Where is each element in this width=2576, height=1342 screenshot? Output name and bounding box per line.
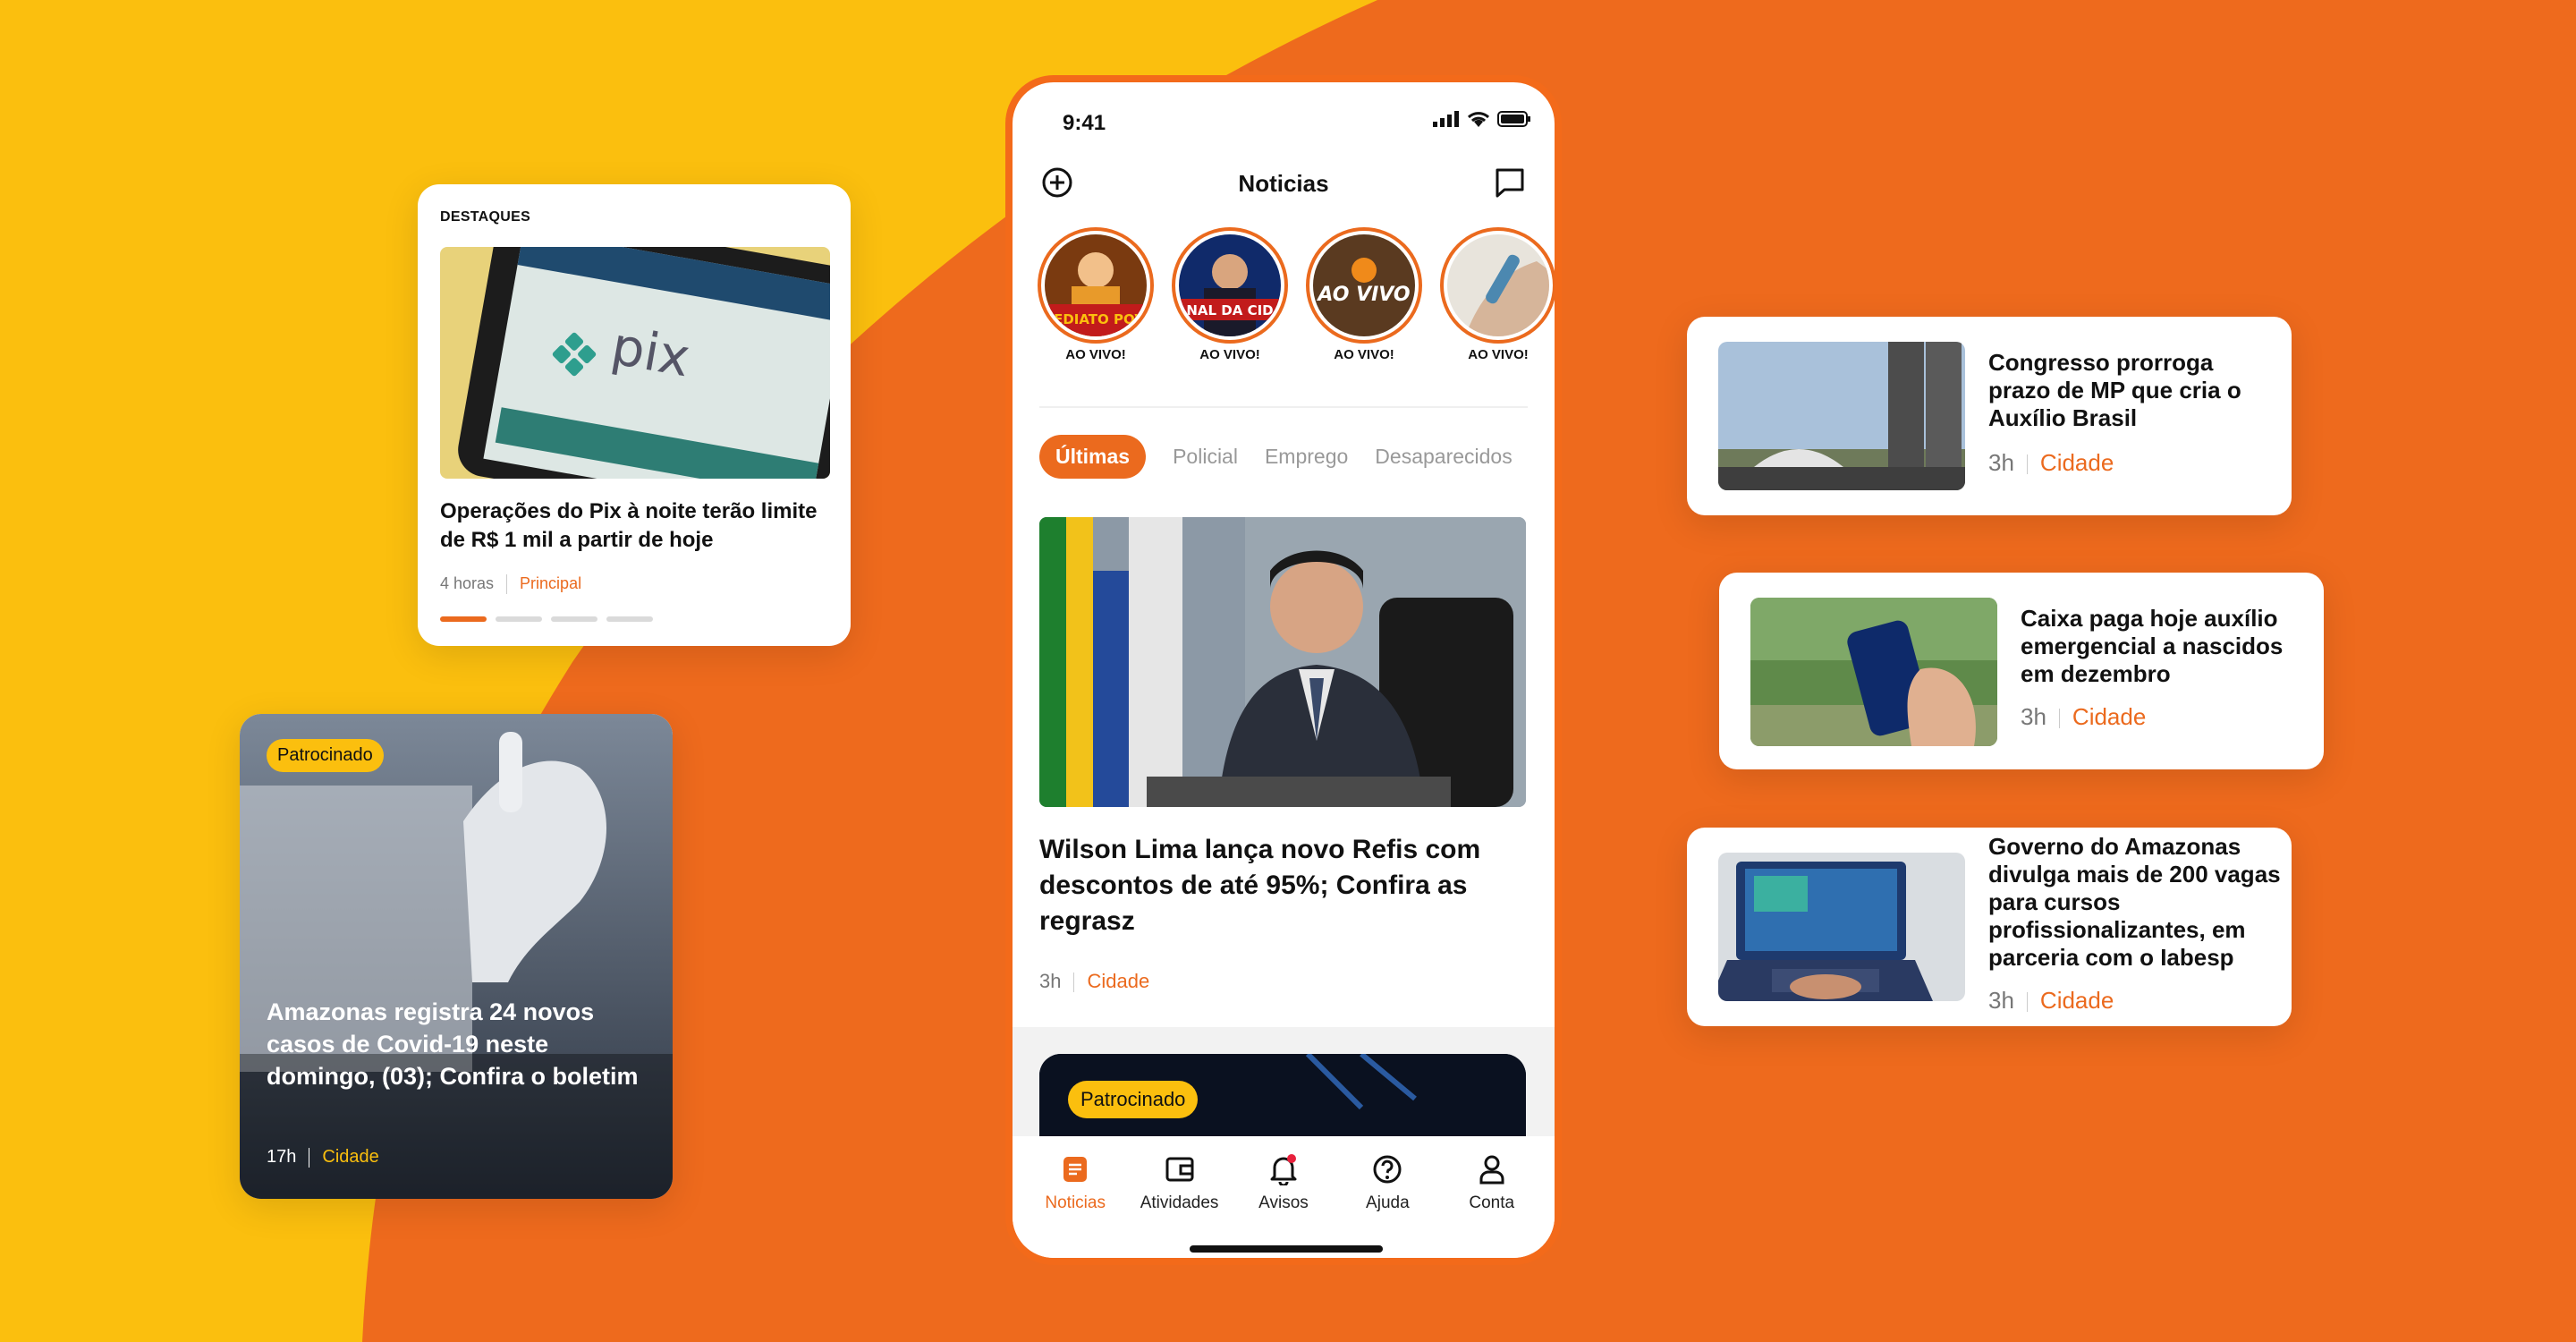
story-label: AO VIVO! xyxy=(1199,347,1260,362)
story-thumbnail: NAL DA CID xyxy=(1179,234,1281,336)
story-item[interactable]: IMEDIATO POVO AO VIVO! xyxy=(1038,227,1154,362)
story-thumbnail xyxy=(1447,234,1549,336)
destaques-card[interactable]: DESTAQUES pix Operações do Pix à noite t… xyxy=(418,184,851,646)
article-category[interactable]: Cidade xyxy=(2040,987,2114,1014)
destaques-meta: 4 horas Principal xyxy=(440,574,581,595)
story-item[interactable]: AO VIVO AO VIVO! xyxy=(1306,227,1422,362)
carousel-dot[interactable] xyxy=(551,616,597,622)
news-meta: 3h Cidade xyxy=(2021,703,2146,731)
story-overlay: IMEDIATO POVO xyxy=(1045,311,1147,327)
nav-label: Noticias xyxy=(1045,1193,1106,1212)
pix-phone-image: pix xyxy=(440,247,830,479)
tab-ultimas[interactable]: Últimas xyxy=(1039,435,1147,479)
news-meta: 3h Cidade xyxy=(1988,449,2114,477)
news-title[interactable]: Caixa paga hoje auxílio emergencial a na… xyxy=(2021,605,2307,688)
sponsored-meta: 17h Cidade xyxy=(267,1147,379,1168)
battery-icon xyxy=(1497,111,1530,127)
nav-label: Ajuda xyxy=(1366,1193,1410,1212)
article-category[interactable]: Cidade xyxy=(1087,970,1149,992)
news-meta: 3h Cidade xyxy=(1988,987,2114,1015)
phone-mockup: 9:41 Noticias IMEDIATO POVO AO VIVO! NAL… xyxy=(1005,75,1562,1265)
tab-policial[interactable]: Policial xyxy=(1173,445,1238,469)
bottom-nav: Noticias Atividades Avisos Ajuda Conta xyxy=(1013,1136,1555,1258)
home-indicator xyxy=(1190,1245,1383,1253)
main-article-title[interactable]: Wilson Lima lança novo Refis com descont… xyxy=(1039,832,1531,939)
article-time: 3h xyxy=(1988,449,2014,476)
tab-desaparecidos[interactable]: Desaparecidos xyxy=(1375,445,1512,469)
story-label: AO VIVO! xyxy=(1468,347,1529,362)
article-time: 3h xyxy=(1039,970,1062,992)
main-article-meta: 3h Cidade xyxy=(1039,970,1149,993)
article-time: 3h xyxy=(1988,987,2014,1014)
news-card[interactable]: Congresso prorroga prazo de MP que cria … xyxy=(1687,317,2292,515)
carousel-indicator[interactable] xyxy=(440,616,653,622)
nav-label: Conta xyxy=(1469,1193,1515,1212)
main-article-image[interactable] xyxy=(1039,517,1526,807)
nav-conta[interactable]: Conta xyxy=(1443,1136,1541,1258)
category-tabs: Últimas Policial Emprego Desaparecidos xyxy=(1039,435,1513,479)
article-category[interactable]: Cidade xyxy=(2072,703,2146,730)
nav-avisos[interactable]: Avisos xyxy=(1234,1136,1333,1258)
wifi-icon xyxy=(1467,112,1490,127)
carousel-dot[interactable] xyxy=(496,616,542,622)
user-icon xyxy=(1479,1155,1504,1185)
article-category[interactable]: Principal xyxy=(520,574,581,592)
story-thumbnail: AO VIVO xyxy=(1313,234,1415,336)
news-icon xyxy=(1063,1157,1088,1182)
covid-lab-image xyxy=(240,714,673,1199)
meta-divider xyxy=(2026,992,2028,1013)
laptop-portal-image xyxy=(1718,853,1965,1001)
congress-building-image xyxy=(1718,342,1965,490)
article-time: 4 horas xyxy=(440,574,495,592)
news-title[interactable]: Congresso prorroga prazo de MP que cria … xyxy=(1988,349,2275,432)
destaques-label: DESTAQUES xyxy=(440,209,531,225)
article-category[interactable]: Cidade xyxy=(322,1147,378,1167)
meta-divider xyxy=(1073,973,1075,993)
sponsored-badge: Patrocinado xyxy=(267,739,384,772)
sponsored-badge: Patrocinado xyxy=(1068,1081,1199,1118)
chat-icon[interactable] xyxy=(1492,165,1528,200)
story-item[interactable]: NAL DA CID AO VIVO! xyxy=(1172,227,1288,362)
nav-label: Atividades xyxy=(1140,1193,1219,1212)
story-thumbnail: IMEDIATO POVO xyxy=(1045,234,1147,336)
sponsored-headline[interactable]: Amazonas registra 24 novos casos de Covi… xyxy=(267,996,642,1092)
hand-holding-phone-image xyxy=(1750,598,1997,746)
article-category[interactable]: Cidade xyxy=(2040,449,2114,476)
story-label: AO VIVO! xyxy=(1065,347,1126,362)
news-card[interactable]: Governo do Amazonas divulga mais de 200 … xyxy=(1687,828,2292,1026)
article-time: 3h xyxy=(2021,703,2046,730)
wallet-icon xyxy=(1165,1157,1194,1182)
story-overlay: NAL DA CID xyxy=(1186,302,1273,319)
story-label: AO VIVO! xyxy=(1334,347,1394,362)
article-time: 17h xyxy=(267,1147,297,1167)
live-stories: IMEDIATO POVO AO VIVO! NAL DA CID AO VIV… xyxy=(1038,227,1555,362)
nav-ajuda[interactable]: Ajuda xyxy=(1338,1136,1436,1258)
meta-divider xyxy=(506,574,508,595)
meta-divider xyxy=(2058,709,2060,729)
story-item[interactable]: AO VIVO! xyxy=(1440,227,1555,362)
status-icons xyxy=(1433,111,1531,127)
story-overlay: AO VIVO xyxy=(1316,284,1410,306)
nav-noticias[interactable]: Noticias xyxy=(1026,1136,1124,1258)
carousel-dot[interactable] xyxy=(606,616,653,622)
news-card[interactable]: Caixa paga hoje auxílio emergencial a na… xyxy=(1719,573,2324,769)
news-title[interactable]: Governo do Amazonas divulga mais de 200 … xyxy=(1988,833,2284,972)
status-time: 9:41 xyxy=(1063,111,1106,135)
carousel-dot[interactable] xyxy=(440,616,487,622)
signal-icon xyxy=(1433,111,1459,127)
nav-atividades[interactable]: Atividades xyxy=(1131,1136,1229,1258)
sponsored-article-card[interactable]: Patrocinado Amazonas registra 24 novos c… xyxy=(240,714,673,1199)
help-icon xyxy=(1373,1155,1402,1184)
bell-icon xyxy=(1270,1154,1297,1185)
meta-divider xyxy=(2026,454,2028,475)
section-divider xyxy=(1039,406,1528,408)
page-title: Noticias xyxy=(1238,170,1329,197)
nav-label: Avisos xyxy=(1258,1193,1309,1212)
destaques-headline[interactable]: Operações do Pix à noite terão limite de… xyxy=(440,497,834,555)
tab-emprego[interactable]: Emprego xyxy=(1265,445,1348,469)
